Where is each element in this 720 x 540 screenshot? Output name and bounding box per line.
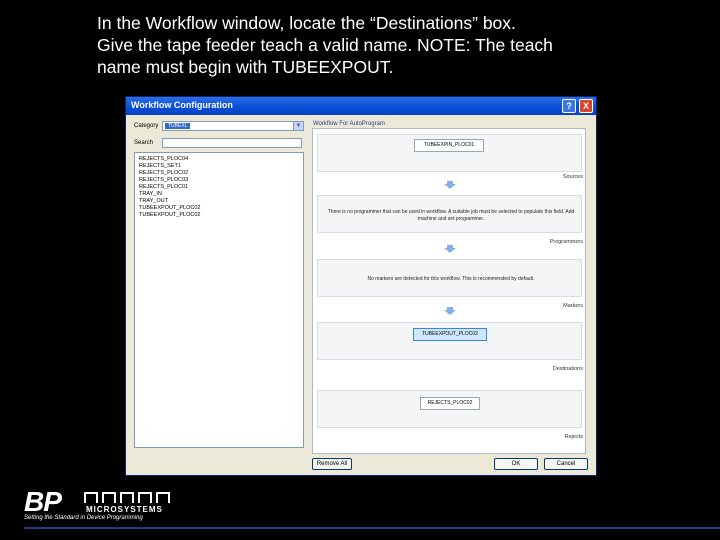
logo-brand-text: MICROSYSTEMS	[86, 505, 163, 514]
instruction-text: In the Workflow window, locate the “Dest…	[97, 12, 697, 78]
close-button[interactable]: X	[579, 99, 593, 113]
down-arrow-icon	[444, 307, 456, 315]
list-item[interactable]: REJECTS_SET1	[139, 163, 181, 169]
teach-list[interactable]: REJECTS_PLOC04 REJECTS_SET1 REJECTS_PLOC…	[134, 152, 304, 448]
programmers-description: There is no programmer that can be used …	[327, 209, 575, 222]
help-button[interactable]: ?	[562, 99, 576, 113]
list-item[interactable]: TUBEEXPOUT_PLOC02	[139, 212, 200, 218]
markers-description: No markers are detected for this workflo…	[367, 276, 535, 282]
destinations-label: Destinations	[552, 366, 583, 372]
reject-chip[interactable]: REJECTS_PLOC02	[420, 397, 480, 410]
sources-label: Sources	[562, 174, 583, 180]
ok-button[interactable]: OK	[494, 458, 538, 470]
list-item[interactable]: TUBEEXPOUT_PLOC02	[139, 205, 200, 211]
title-bar[interactable]: Workflow Configuration ? X	[126, 97, 596, 115]
logo-tagline: Setting the Standard in Device Programmi…	[24, 515, 143, 521]
destination-chip[interactable]: TUBEEXPOUT_PLOC02	[413, 328, 487, 341]
programmers-box[interactable]: There is no programmer that can be used …	[317, 195, 582, 233]
list-item[interactable]: REJECTS_PLOC01	[139, 184, 188, 190]
search-input[interactable]	[162, 138, 302, 148]
markers-box[interactable]: No markers are detected for this workflo…	[317, 259, 582, 297]
list-item[interactable]: REJECTS_PLOC03	[139, 177, 188, 183]
destinations-box[interactable]: TUBEEXPOUT_PLOC02	[317, 322, 582, 360]
list-item[interactable]: TRAY_OUT	[139, 198, 168, 204]
list-item[interactable]: REJECTS_PLOC02	[139, 170, 188, 176]
category-label: Category	[134, 123, 159, 129]
remove-all-button[interactable]: Remove All	[312, 458, 352, 470]
sources-box[interactable]: TUBEEXPIN_PLOC01	[317, 134, 582, 172]
markers-label: Markers	[563, 303, 583, 309]
down-arrow-icon	[444, 181, 456, 189]
instruction-line-1: In the Workflow window, locate the “Dest…	[97, 13, 516, 33]
dialog-title: Workflow Configuration	[131, 100, 233, 110]
footer-divider	[24, 527, 720, 529]
workflow-configuration-dialog: Workflow Configuration ? X Category TUBE…	[125, 96, 597, 476]
logo-bars-icon	[84, 492, 170, 503]
search-label: Search	[134, 140, 154, 146]
instruction-line-3: name must begin with TUBEEXPOUT.	[97, 57, 394, 77]
instruction-line-2: Give the tape feeder teach a valid name.…	[97, 35, 553, 55]
cancel-button[interactable]: Cancel	[544, 458, 588, 470]
list-item[interactable]: TRAY_IN	[139, 191, 162, 197]
chevron-down-icon[interactable]: ▼	[293, 122, 303, 130]
workflow-panel-title: Workflow For AutoProgram	[313, 121, 385, 127]
list-item[interactable]: REJECTS_PLOC04	[139, 156, 188, 162]
category-selected-value: TUBEXL	[165, 123, 191, 129]
category-dropdown[interactable]: TUBEXL ▼	[162, 121, 304, 131]
down-arrow-icon	[444, 245, 456, 253]
rejects-label: Rejects	[564, 434, 583, 440]
programmers-label: Programmers	[549, 239, 583, 245]
logo-bp-text: BP	[24, 486, 62, 517]
workflow-panel: TUBEEXPIN_PLOC01 Sources There is no pro…	[312, 128, 586, 454]
source-chip[interactable]: TUBEEXPIN_PLOC01	[414, 139, 484, 152]
rejects-box[interactable]: REJECTS_PLOC02	[317, 390, 582, 428]
